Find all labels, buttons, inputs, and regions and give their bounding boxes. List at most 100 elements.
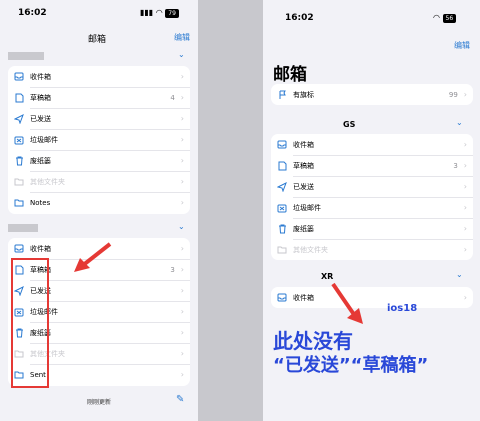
annotation-line-1: 此处没有 bbox=[273, 329, 353, 353]
inbox-icon bbox=[14, 244, 24, 254]
page-title: 邮箱 bbox=[273, 65, 307, 85]
junk-icon bbox=[277, 203, 287, 213]
panel-divider bbox=[198, 0, 263, 421]
mailbox-label: 垃圾邮件 bbox=[30, 307, 58, 316]
chevron-right-icon: › bbox=[463, 140, 467, 149]
mailbox-row[interactable]: 垃圾邮件 › bbox=[271, 197, 473, 218]
inbox-icon bbox=[277, 293, 287, 303]
annotation-red-arrow bbox=[74, 242, 112, 272]
mailbox-label: 有旗标 bbox=[293, 90, 314, 99]
mailbox-label: 草稿箱 bbox=[30, 93, 51, 102]
mailbox-label: Notes bbox=[30, 198, 51, 207]
chevron-right-icon: › bbox=[180, 286, 184, 295]
wifi-icon: ◠ bbox=[433, 13, 440, 22]
mailbox-label: 其他文件夹 bbox=[30, 177, 65, 186]
inbox-icon bbox=[14, 72, 24, 82]
mailbox-row[interactable]: 废纸篓 › bbox=[271, 218, 473, 239]
section-collapse-chevron-icon[interactable]: ⌄ bbox=[456, 270, 463, 279]
chevron-right-icon: › bbox=[180, 135, 184, 144]
account-header-xr: XR bbox=[321, 272, 334, 281]
update-status: 刚刚更新 bbox=[87, 399, 112, 406]
chevron-right-icon: › bbox=[180, 114, 184, 123]
mailbox-label: 废纸篓 bbox=[30, 328, 51, 337]
mailbox-label: Sent bbox=[30, 370, 46, 379]
chevron-right-icon: › bbox=[463, 224, 467, 233]
chevron-right-icon: › bbox=[180, 328, 184, 337]
mailbox-row[interactable]: Notes › bbox=[8, 192, 190, 213]
flagged-card: 有旗标 99 › bbox=[271, 84, 473, 105]
right-phone-screen: 16:02 ◠ 56 编辑 邮箱 有旗标 99 › GS ⌄ 收件箱 › 草稿箱 3 ›… bbox=[263, 0, 480, 421]
folder-icon bbox=[277, 245, 287, 255]
mailbox-label: 废纸篓 bbox=[293, 224, 314, 233]
chevron-right-icon: › bbox=[180, 370, 184, 379]
wifi-icon: ◠ bbox=[155, 8, 163, 17]
draft-icon bbox=[14, 93, 24, 103]
sent-icon bbox=[277, 181, 287, 192]
account-name-redacted bbox=[8, 224, 38, 232]
flag-icon bbox=[277, 90, 287, 100]
chevron-right-icon: › bbox=[180, 93, 184, 102]
mailbox-row[interactable]: 收件箱 › bbox=[271, 134, 473, 155]
section-collapse-chevron-icon[interactable]: ⌄ bbox=[178, 50, 185, 59]
mailbox-row[interactable]: 废纸篓 › bbox=[8, 150, 190, 171]
mailbox-row[interactable]: 收件箱 › bbox=[271, 287, 473, 308]
mailbox-label: 收件箱 bbox=[293, 293, 314, 302]
nav-title: 邮箱 bbox=[88, 35, 107, 45]
mailbox-count: 3 bbox=[453, 161, 458, 170]
account-card-gs: 收件箱 › 草稿箱 3 › 已发送 › 垃圾邮件 › 废纸篓 › 其他文件夹 › bbox=[271, 134, 473, 260]
chevron-right-icon: › bbox=[180, 177, 184, 186]
section-collapse-chevron-icon[interactable]: ⌄ bbox=[178, 222, 185, 231]
mailbox-label: 垃圾邮件 bbox=[293, 203, 321, 212]
mailbox-row[interactable]: 草稿箱 3 › bbox=[271, 155, 473, 176]
chevron-right-icon: › bbox=[180, 156, 184, 165]
compose-icon[interactable]: ✎ bbox=[176, 394, 184, 405]
draft-icon bbox=[277, 161, 287, 171]
chevron-right-icon: › bbox=[463, 293, 467, 302]
mailbox-row[interactable]: 收件箱 › bbox=[8, 66, 190, 87]
annotation-red-arrow bbox=[331, 282, 363, 324]
chevron-right-icon: › bbox=[463, 182, 467, 191]
mailbox-row[interactable]: 已发送 › bbox=[271, 176, 473, 197]
section-collapse-chevron-icon[interactable]: ⌄ bbox=[456, 118, 463, 127]
battery-icon: 56 bbox=[442, 14, 457, 23]
account-card-xr: 收件箱 › bbox=[271, 287, 473, 308]
mailbox-row-flagged[interactable]: 有旗标 99 › bbox=[271, 84, 473, 105]
mailbox-row[interactable]: 已发送 › bbox=[8, 108, 190, 129]
mailbox-row[interactable]: 其他文件夹 › bbox=[8, 171, 190, 192]
edit-button[interactable]: 编辑 bbox=[454, 40, 470, 51]
status-time: 16:02 bbox=[18, 8, 47, 18]
signal-icon: ▮▮▮ bbox=[140, 8, 154, 17]
mailbox-label: 收件箱 bbox=[30, 72, 51, 81]
mailbox-row[interactable]: 草稿箱 4 › bbox=[8, 87, 190, 108]
mailbox-label: 其他文件夹 bbox=[293, 245, 328, 254]
account-card-1: 收件箱 › 草稿箱 4 › 已发送 › 垃圾邮件 › 废纸篓 › 其他文件夹 › Notes › bbox=[8, 66, 190, 214]
mailbox-label: 已发送 bbox=[30, 286, 51, 295]
account-header-gs: GS bbox=[343, 120, 356, 129]
chevron-right-icon: › bbox=[180, 349, 184, 358]
chevron-right-icon: › bbox=[463, 245, 467, 254]
edit-button[interactable]: 编辑 bbox=[174, 32, 190, 43]
status-icons: ◠ 56 bbox=[433, 13, 457, 23]
mailbox-label: 已发送 bbox=[30, 114, 51, 123]
annotation-red-box bbox=[11, 258, 49, 388]
chevron-right-icon: › bbox=[463, 90, 467, 99]
folder-icon bbox=[14, 198, 24, 208]
chevron-right-icon: › bbox=[180, 265, 184, 274]
mailbox-label: 已发送 bbox=[293, 182, 314, 191]
sent-icon bbox=[14, 113, 24, 124]
chevron-right-icon: › bbox=[180, 244, 184, 253]
mailbox-count: 3 bbox=[170, 265, 175, 274]
mailbox-row[interactable]: 其他文件夹 › bbox=[271, 239, 473, 260]
mailbox-label: 收件箱 bbox=[293, 140, 314, 149]
mailbox-row[interactable]: 垃圾邮件 › bbox=[8, 129, 190, 150]
status-time: 16:02 bbox=[285, 13, 314, 23]
chevron-right-icon: › bbox=[180, 198, 184, 207]
account-name-redacted bbox=[8, 52, 44, 60]
mailbox-count: 4 bbox=[170, 93, 175, 102]
mailbox-label: 其他文件夹 bbox=[30, 349, 65, 358]
battery-icon: 79 bbox=[165, 9, 179, 18]
mailbox-label: 废纸篓 bbox=[30, 156, 51, 165]
trash-icon bbox=[277, 224, 287, 234]
chevron-right-icon: › bbox=[463, 161, 467, 170]
trash-icon bbox=[14, 156, 24, 166]
